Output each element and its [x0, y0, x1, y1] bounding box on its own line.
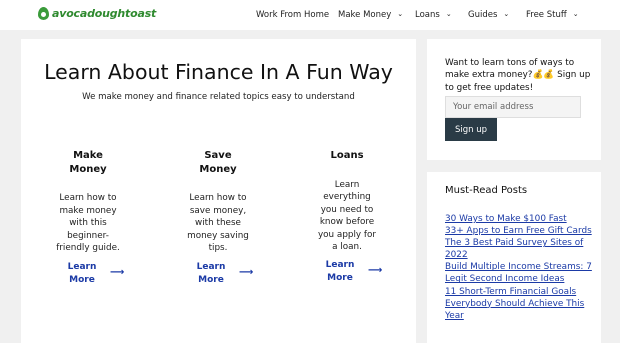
column-description: Learn how to make money with this beginn… — [56, 193, 120, 253]
must-read-title: Must-Read Posts — [445, 185, 528, 196]
nav-item-free-stuff[interactable]: Free Stuff ⌄ — [526, 0, 579, 30]
nav-item-guides[interactable]: Guides ⌄ — [468, 0, 509, 30]
hero-subtitle: We make money and finance related topics… — [82, 92, 355, 102]
site-header: avocadoughtoast Work From Home Make Mone… — [0, 0, 620, 30]
main-content: Learn About Finance In A Fun Way We make… — [21, 39, 416, 343]
email-field[interactable] — [445, 96, 581, 118]
avocado-icon — [38, 7, 49, 20]
column-title: Make Money — [69, 150, 107, 175]
site-logo[interactable]: avocadoughtoast — [38, 7, 156, 20]
nav-item-make-money[interactable]: Make Money ⌄ — [338, 0, 403, 30]
learn-more-link-make-money[interactable]: Learn More ⟶ — [67, 261, 125, 286]
signup-text: Want to learn tons of ways to make extra… — [445, 58, 591, 93]
nav-label: Guides — [468, 10, 498, 20]
logo-text: avocadoughtoast — [52, 7, 157, 20]
feature-column-save-money: Save Money Learn how to save money, with… — [187, 149, 249, 255]
nav-label: Free Stuff — [526, 10, 567, 20]
learn-more-label: Learn More — [67, 262, 97, 285]
column-description: Learn everything you need to know before… — [317, 179, 377, 253]
signup-button[interactable]: Sign up — [445, 118, 497, 141]
chevron-down-icon: ⌄ — [572, 10, 579, 18]
nav-item-loans[interactable]: Loans ⌄ — [415, 0, 452, 30]
post-link[interactable]: 30 Ways to Make $100 Fast — [445, 213, 595, 225]
column-description: Learn how to save money, with these mone… — [187, 193, 249, 253]
arrow-right-icon: ⟶ — [368, 265, 383, 277]
chevron-down-icon: ⌄ — [503, 10, 510, 18]
post-link[interactable]: 11 Short-Term Financial Goals Everybody … — [445, 286, 595, 322]
post-link[interactable]: Build Multiple Income Streams: 7 Legit S… — [445, 261, 595, 285]
nav-label: Loans — [415, 10, 440, 20]
column-title: Save Money — [199, 150, 237, 175]
nav-item-work-from-home[interactable]: Work From Home — [256, 0, 329, 30]
arrow-right-icon: ⟶ — [239, 267, 254, 279]
chevron-down-icon: ⌄ — [445, 10, 452, 18]
nav-label: Make Money — [338, 10, 392, 20]
must-read-list: 30 Ways to Make $100 Fast 33+ Apps to Ea… — [445, 213, 595, 322]
learn-more-link-loans[interactable]: Learn More ⟶ — [325, 259, 383, 284]
chevron-down-icon: ⌄ — [397, 10, 404, 18]
learn-more-label: Learn More — [325, 260, 355, 283]
feature-column-make-money: Make Money Learn how to make money with … — [56, 149, 120, 255]
must-read-widget: Must-Read Posts 30 Ways to Make $100 Fas… — [427, 172, 601, 343]
learn-more-label: Learn More — [196, 262, 226, 285]
signup-widget: Want to learn tons of ways to make extra… — [427, 39, 601, 160]
feature-column-loans: Loans Learn everything you need to know … — [318, 149, 376, 254]
column-title: Loans — [330, 150, 364, 161]
post-link[interactable]: The 3 Best Paid Survey Sites of 2022 — [445, 237, 595, 261]
arrow-right-icon: ⟶ — [110, 267, 125, 279]
post-link[interactable]: 33+ Apps to Earn Free Gift Cards — [445, 225, 595, 237]
learn-more-link-save-money[interactable]: Learn More ⟶ — [196, 261, 254, 286]
hero-title: Learn About Finance In A Fun Way — [44, 60, 393, 84]
nav-label: Work From Home — [256, 10, 330, 20]
